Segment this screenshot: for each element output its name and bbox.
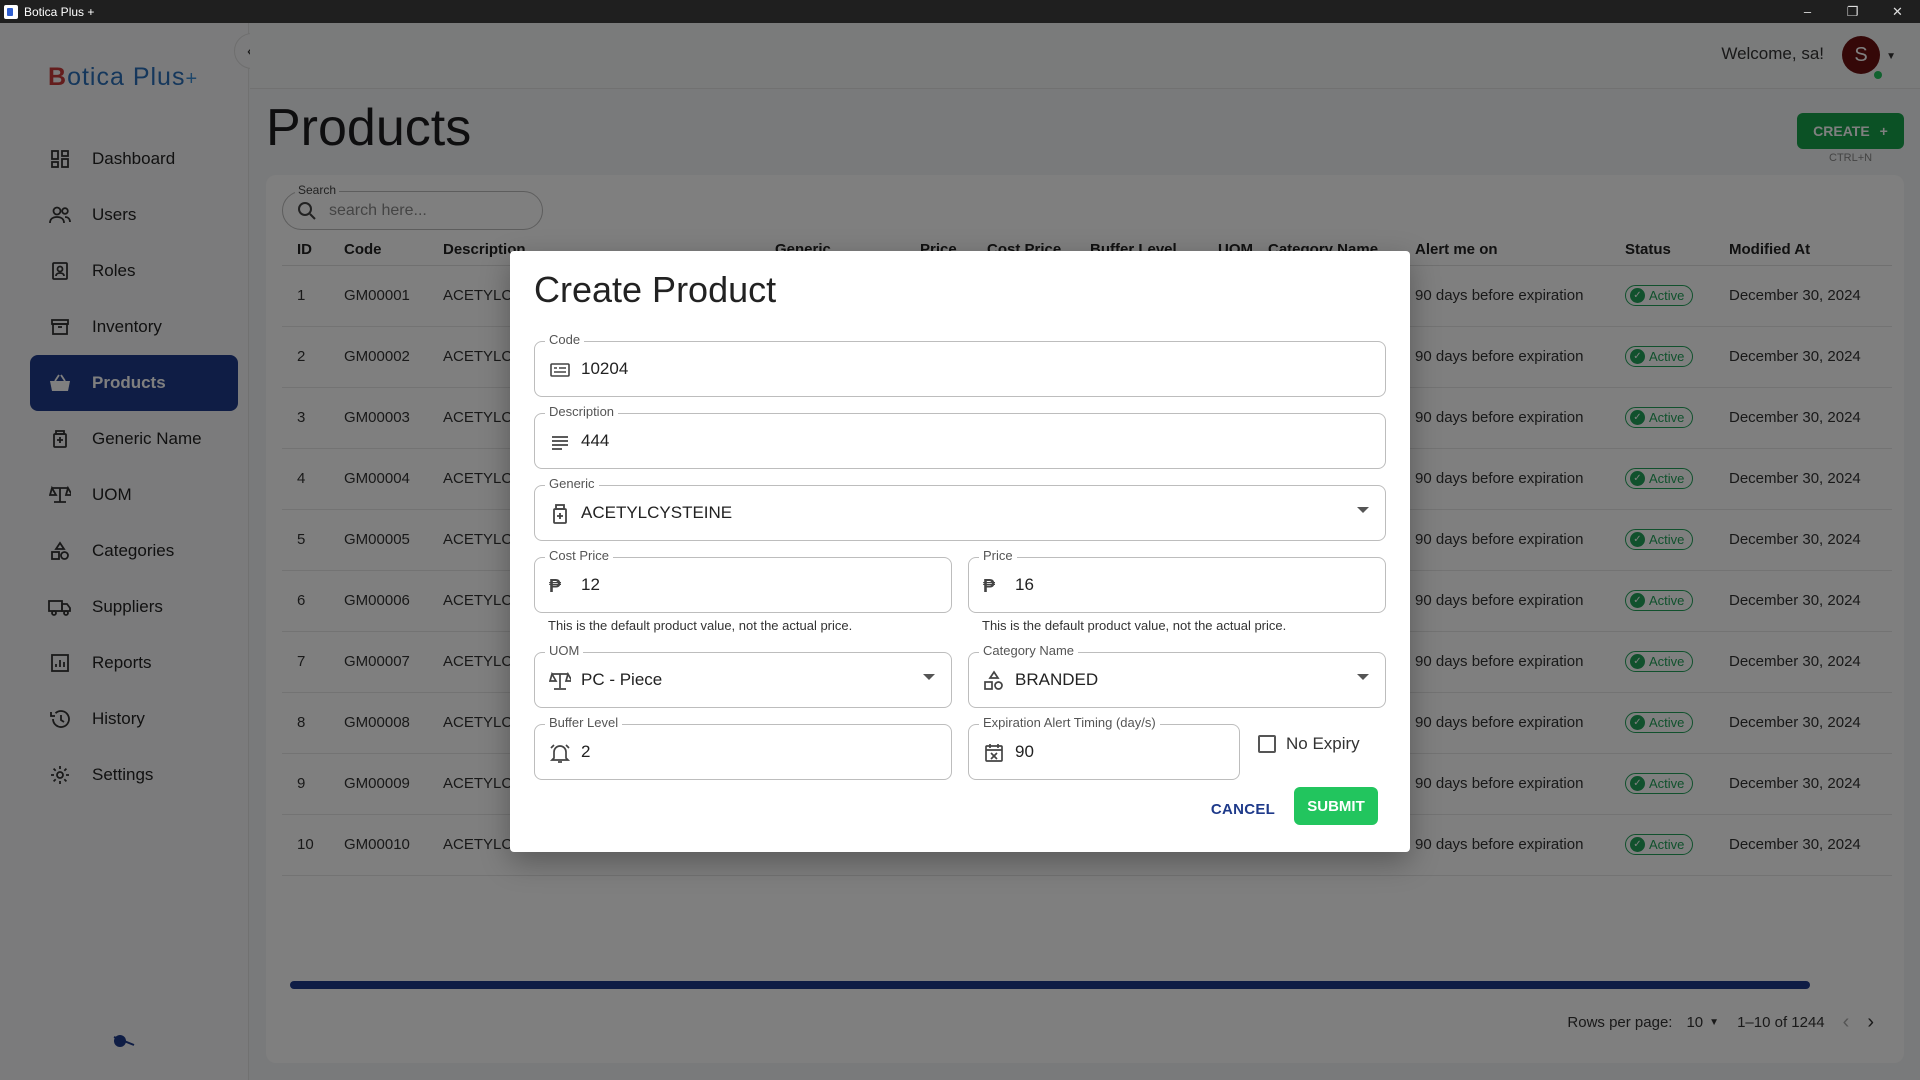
field-label: Expiration Alert Timing (day/s) [979, 715, 1160, 730]
field-label: UOM [545, 643, 584, 658]
categories-icon [983, 670, 1005, 692]
dialog-title: Create Product [534, 269, 777, 310]
field-value: ACETYLCYSTEINE [581, 503, 733, 522]
checkbox-box[interactable] [1258, 735, 1276, 753]
alarm-bell-icon [549, 742, 571, 764]
field-label: Cost Price [545, 548, 613, 563]
peso-icon: ₱ [983, 576, 996, 596]
generic-select[interactable]: Generic ACETYLCYSTEINE [534, 476, 1386, 541]
price-helper: This is the default product value, not t… [982, 618, 1287, 633]
restore-button[interactable]: ❐ [1830, 0, 1875, 23]
app-logo-icon [4, 4, 18, 19]
close-window-button[interactable]: ✕ [1875, 0, 1920, 23]
category-select[interactable]: Category Name BRANDED [968, 643, 1386, 708]
barcode-card-icon [549, 359, 571, 381]
expiration-alert-field[interactable]: Expiration Alert Timing (day/s) 90 [968, 715, 1240, 780]
cost-price-helper: This is the default product value, not t… [548, 618, 853, 633]
field-value: PC - Piece [581, 670, 663, 689]
dropdown-arrow-icon [923, 674, 935, 680]
uom-select[interactable]: UOM PC - Piece [534, 643, 952, 708]
submit-button[interactable]: SUBMIT [1294, 787, 1378, 825]
field-label: Buffer Level [545, 715, 623, 730]
cost-price-field[interactable]: Cost Price ₱ 12 [534, 548, 952, 613]
no-expiry-checkbox[interactable]: No Expiry [1258, 734, 1360, 754]
buffer-level-field[interactable]: Buffer Level 2 [534, 715, 952, 780]
field-label: Price [979, 548, 1017, 563]
field-value: 16 [1015, 575, 1034, 594]
field-value: BRANDED [1015, 670, 1099, 689]
field-value: 90 [1015, 742, 1034, 761]
field-value: 10204 [581, 359, 629, 378]
field-label: Code [545, 332, 585, 347]
minimize-button[interactable]: – [1785, 0, 1830, 23]
field-label: Generic [545, 476, 599, 491]
price-field[interactable]: Price ₱ 16 [968, 548, 1386, 613]
create-product-dialog: Create Product Code 10204 Description 44… [510, 251, 1410, 852]
dropdown-arrow-icon [1357, 674, 1369, 680]
calendar-x-icon [983, 742, 1005, 764]
field-label: Description [545, 404, 619, 419]
code-field[interactable]: Code 10204 [534, 332, 1386, 397]
window-title: Botica Plus + [24, 4, 95, 19]
field-value: 444 [581, 431, 610, 450]
window-titlebar: Botica Plus + – ❐ ✕ [0, 0, 1920, 23]
scale-icon [548, 670, 574, 692]
description-field[interactable]: Description 444 [534, 404, 1386, 469]
peso-icon: ₱ [549, 576, 562, 596]
cancel-button[interactable]: CANCEL [1208, 790, 1278, 828]
field-value: 2 [581, 742, 591, 761]
checkbox-label: No Expiry [1286, 734, 1360, 753]
field-label: Category Name [979, 643, 1079, 658]
field-value: 12 [581, 575, 600, 594]
dropdown-arrow-icon [1357, 507, 1369, 513]
text-lines-icon [549, 431, 571, 453]
medicine-icon [549, 503, 571, 525]
